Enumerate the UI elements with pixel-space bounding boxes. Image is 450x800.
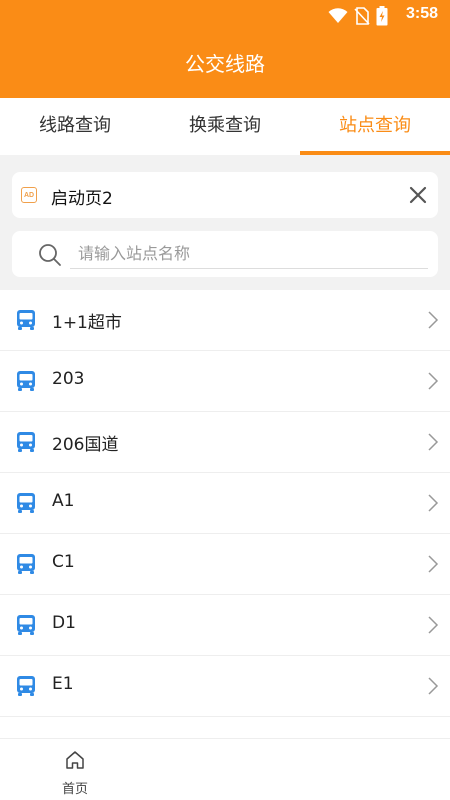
list-item[interactable]: D1 [0,595,450,656]
station-name: D1 [52,613,76,633]
ad-banner[interactable]: AD 启动页2 [12,172,438,218]
bus-icon [17,676,35,696]
no-sim-icon [354,7,370,25]
list-item[interactable]: 203 [0,351,450,412]
bus-icon [17,432,35,452]
search-input[interactable] [70,239,428,269]
bus-icon [17,493,35,513]
nav-home-label: 首页 [61,782,88,797]
app-header: 3:58 公交线路 [0,0,450,98]
station-name: 203 [52,369,85,389]
tab-route-query[interactable]: 线路查询 [0,98,150,155]
battery-charging-icon [376,6,388,26]
tab-bar: 线路查询 换乘查询 站点查询 [0,98,450,155]
list-item[interactable]: C1 [0,534,450,595]
chevron-right-icon [428,433,439,451]
home-icon [66,751,84,769]
station-name: 1+1超市 [52,313,122,333]
ad-text[interactable]: 启动页2 [51,184,113,209]
station-list: 1+1超市 203 206国道 A1 C1 D1 E1 [0,290,450,738]
list-item[interactable]: 206国道 [0,412,450,473]
chevron-right-icon [428,372,439,390]
list-item[interactable]: 1+1超市 [0,290,450,351]
bus-icon [17,371,35,391]
list-item[interactable]: E1 [0,656,450,717]
chevron-right-icon [428,555,439,573]
list-item[interactable]: A1 [0,473,450,534]
station-name: E1 [52,674,74,694]
station-name: C1 [52,552,75,572]
tab-station-query[interactable]: 站点查询 [300,98,450,155]
search-icon [39,244,61,266]
ad-badge-icon: AD [21,187,37,203]
chevron-right-icon [428,677,439,695]
status-time: 3:58 [405,5,438,22]
bus-icon [17,615,35,635]
bus-icon [17,310,35,330]
close-icon[interactable] [406,183,430,207]
bottom-nav: 首页 [0,738,450,800]
page-title: 公交线路 [185,52,265,76]
status-bar: 3:58 [0,0,450,32]
wifi-icon [328,8,348,23]
bus-icon [17,554,35,574]
station-name: A1 [52,491,75,511]
search-bar [12,231,438,277]
nav-home[interactable]: 首页 [45,745,105,797]
chevron-right-icon [428,616,439,634]
tab-transfer-query[interactable]: 换乘查询 [150,98,300,155]
chevron-right-icon [428,494,439,512]
station-name: 206国道 [52,435,119,455]
status-icons [328,6,388,26]
chevron-right-icon [428,311,439,329]
